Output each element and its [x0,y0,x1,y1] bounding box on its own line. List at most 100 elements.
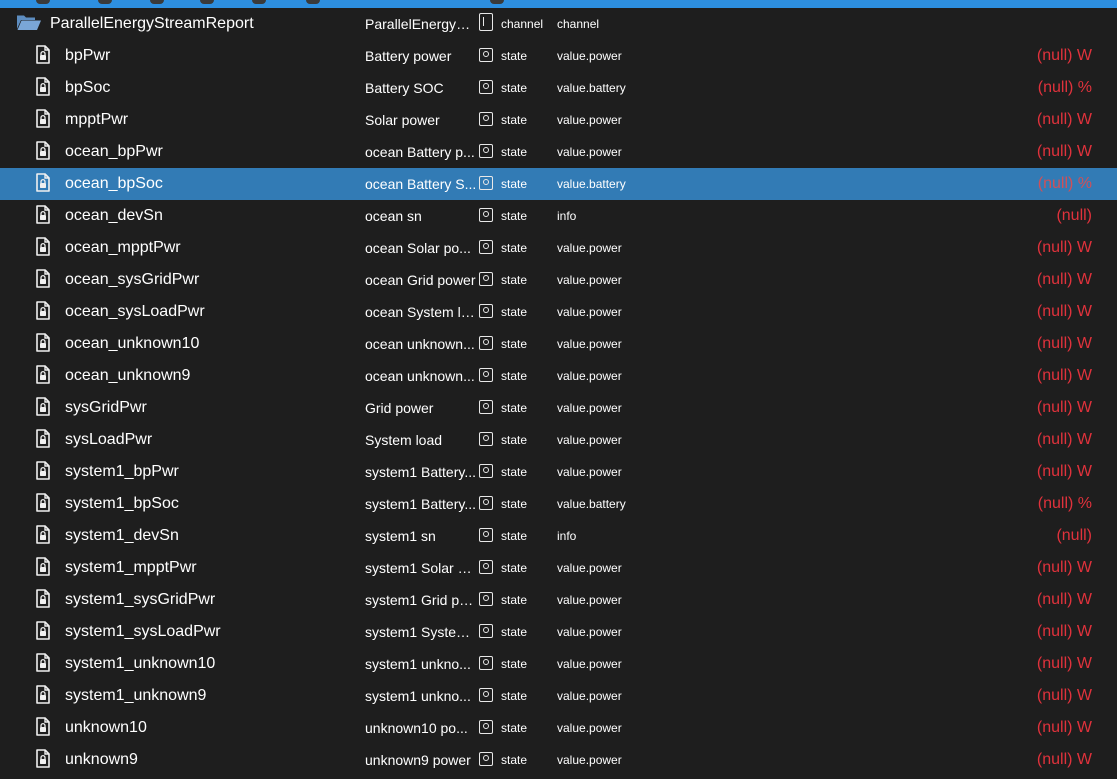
object-value[interactable]: (null) W [1037,360,1092,392]
tree-row[interactable]: system1_mpptPwr system1 Solar p... state va… [0,552,1117,584]
object-type: state [501,241,528,255]
object-role-name: Battery power [365,48,452,64]
tree-row[interactable]: ocean_sysLoadPwr ocean System lo... state v… [0,296,1117,328]
state-icon [479,72,497,104]
object-value[interactable]: (null) % [1038,168,1092,200]
object-role: value.power [557,593,622,607]
tree-row[interactable]: system1_unknown9 system1 unkno... state val… [0,680,1117,712]
object-value[interactable]: (null) W [1037,648,1092,680]
object-value[interactable]: (null) W [1037,296,1092,328]
object-name: mpptPwr [65,111,129,128]
object-type: state [501,273,528,287]
object-value[interactable]: (null) % [1038,488,1092,520]
object-role-name: system1 unkno... [365,656,471,672]
tree-row[interactable]: bpPwr Battery power state value.power (null)… [0,40,1117,72]
tree-row[interactable]: ocean_unknown9 ocean unknown... state value… [0,360,1117,392]
object-value[interactable]: (null) [1056,200,1092,232]
object-value[interactable]: (null) W [1037,424,1092,456]
object-name: ocean_mpptPwr [65,239,181,256]
object-name: bpPwr [65,47,111,64]
object-role: value.power [557,337,622,351]
object-role: value.power [557,657,622,671]
tree-row[interactable]: sysGridPwr Grid power state value.power (nul… [0,392,1117,424]
object-value[interactable]: (null) W [1037,456,1092,488]
file-lock-icon [36,40,56,72]
object-value[interactable]: (null) W [1037,712,1092,744]
object-value[interactable]: (null) W [1037,584,1092,616]
object-name: ocean_sysLoadPwr [65,303,205,320]
object-name: ocean_sysGridPwr [65,271,200,288]
object-role: value.battery [557,177,626,191]
object-type: state [501,753,528,767]
object-value[interactable]: (null) [1056,520,1092,552]
tree-row[interactable]: mpptPwr Solar power state value.power (null)… [0,104,1117,136]
object-role-name: system1 unkno... [365,688,471,704]
object-value[interactable]: (null) W [1037,328,1092,360]
object-value[interactable]: (null) W [1037,136,1092,168]
object-role-name: system1 Battery... [365,496,476,512]
tree-row[interactable]: ocean_bpSoc ocean Battery S... state value.… [0,168,1117,200]
state-icon [479,712,497,744]
tree-row[interactable]: ocean_bpPwr ocean Battery p... state value.… [0,136,1117,168]
tree-row[interactable]: system1_devSn system1 sn state info (null) [0,520,1117,552]
file-lock-icon [36,72,56,104]
file-lock-icon [36,424,56,456]
file-lock-icon [36,552,56,584]
state-icon [479,136,497,168]
object-type: state [501,689,528,703]
object-value[interactable]: (null) W [1037,552,1092,584]
tree-row[interactable]: system1_sysLoadPwr system1 System... state… [0,616,1117,648]
tree-row[interactable]: ocean_sysGridPwr ocean Grid power state val… [0,264,1117,296]
object-role: value.power [557,241,622,255]
file-lock-icon [36,168,56,200]
object-name: system1_bpPwr [65,463,179,480]
file-lock-icon [36,296,56,328]
state-icon [479,616,497,648]
file-lock-icon [36,744,56,776]
tree-row[interactable]: system1_bpSoc system1 Battery... state valu… [0,488,1117,520]
object-role: value.power [557,753,622,767]
tree-folder-row[interactable]: ParallelEnergyStreamReport ParallelEnerg… [0,8,1117,40]
tree-row[interactable]: ocean_mpptPwr ocean Solar po... state value… [0,232,1117,264]
object-name: ocean_unknown9 [65,367,191,384]
object-name: ocean_bpPwr [65,143,163,160]
file-lock-icon [36,648,56,680]
file-lock-icon [36,264,56,296]
tree-row[interactable]: ocean_unknown10 ocean unknown... state valu… [0,328,1117,360]
object-value[interactable]: (null) W [1037,232,1092,264]
tree-row[interactable]: unknown9 unknown9 power state value.power (n… [0,744,1117,776]
tree-row[interactable]: system1_bpPwr system1 Battery... state valu… [0,456,1117,488]
state-icon [479,680,497,712]
object-value[interactable]: (null) W [1037,744,1092,776]
state-icon [479,360,497,392]
tree-row[interactable]: unknown10 unknown10 po... state value.power… [0,712,1117,744]
folder-open-icon[interactable] [16,8,44,40]
object-role-name: Solar power [365,112,440,128]
tree-row[interactable]: system1_unknown10 system1 unkno... state va… [0,648,1117,680]
object-value[interactable]: (null) W [1037,40,1092,72]
object-type: state [501,401,528,415]
object-type: state [501,721,528,735]
object-role-name: system1 Solar p... [365,560,477,576]
tree-row[interactable]: sysLoadPwr System load state value.power (nu… [0,424,1117,456]
tree-row[interactable]: ocean_devSn ocean sn state info (null) [0,200,1117,232]
object-value[interactable]: (null) W [1037,392,1092,424]
object-role-name: system1 System... [365,624,477,640]
object-role: value.power [557,433,622,447]
file-lock-icon [36,136,56,168]
object-value[interactable]: (null) W [1037,104,1092,136]
object-type: state [501,145,528,159]
tree-row[interactable]: system1_sysGridPwr system1 Grid po... stat… [0,584,1117,616]
object-value[interactable]: (null) W [1037,616,1092,648]
object-name: sysGridPwr [65,399,147,416]
state-icon [479,264,497,296]
folder-type: channel [501,17,544,31]
object-role: value.power [557,273,622,287]
object-type: state [501,209,528,223]
object-value[interactable]: (null) % [1038,72,1092,104]
state-icon [479,456,497,488]
tree-row[interactable]: bpSoc Battery SOC state value.battery (null)… [0,72,1117,104]
object-role: value.power [557,625,622,639]
object-value[interactable]: (null) W [1037,264,1092,296]
object-value[interactable]: (null) W [1037,680,1092,712]
